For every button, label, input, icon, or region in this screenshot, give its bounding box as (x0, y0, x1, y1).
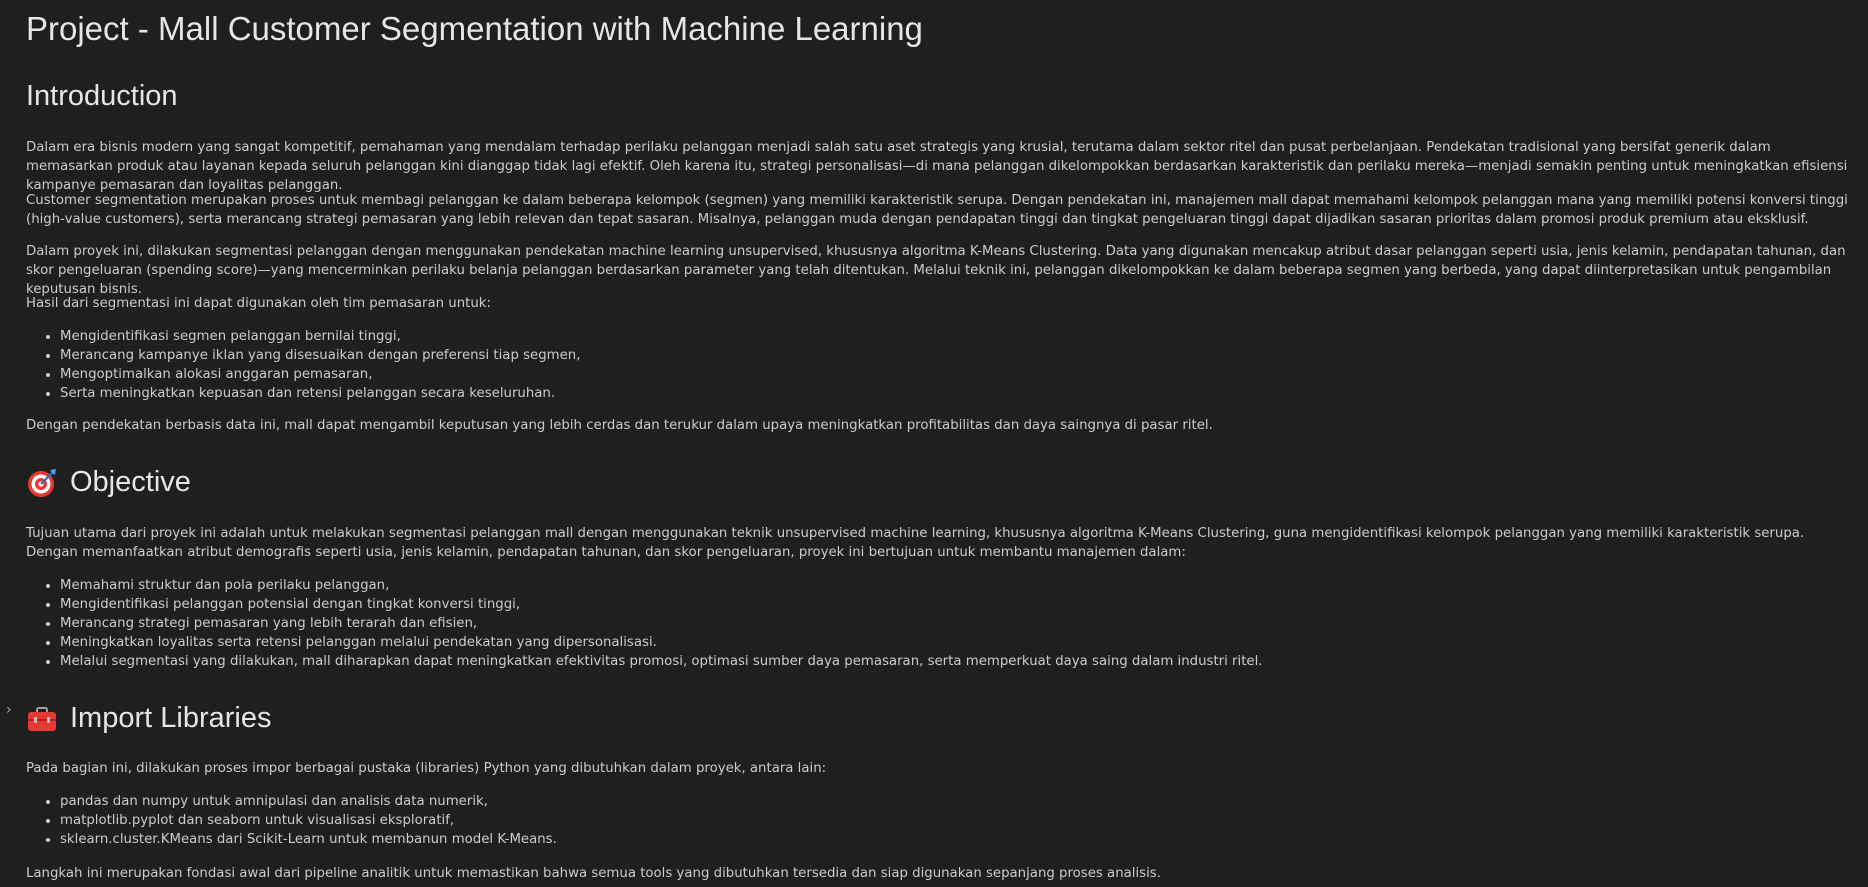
import-libraries-list: pandas dan numpy untuk amnipulasi dan an… (26, 792, 557, 849)
list-item: Memahami struktur dan pola perilaku pela… (60, 576, 1263, 595)
list-item: Merancang kampanye iklan yang disesuaika… (60, 346, 580, 365)
introduction-paragraph-1: Dalam era bisnis modern yang sangat komp… (26, 140, 1848, 193)
list-item: Serta meningkatkan kepuasan dan retensi … (60, 384, 580, 403)
import-libraries-paragraph-2: Langkah ini merupakan fondasi awal dari … (26, 866, 1161, 881)
toolbox-icon (26, 703, 58, 735)
list-item: Merancang strategi pemasaran yang lebih … (60, 614, 1263, 633)
import-libraries-paragraph-1: Pada bagian ini, dilakukan proses impor … (26, 761, 827, 776)
introduction-paragraph-3: Dalam proyek ini, dilakukan segmentasi p… (26, 244, 1846, 297)
objective-list: Memahami struktur dan pola perilaku pela… (26, 576, 1263, 671)
import-libraries-heading: Import Libraries (26, 702, 271, 735)
list-item: Mengidentifikasi pelanggan potensial den… (60, 595, 1263, 614)
introduction-heading-text: Introduction (26, 80, 178, 112)
collapse-chevron-icon[interactable]: › (6, 702, 12, 718)
list-item: Meningkatkan loyalitas serta retensi pel… (60, 633, 1263, 652)
objective-heading: Objective (26, 466, 191, 499)
introduction-list: Mengidentifikasi segmen pelanggan bernil… (26, 327, 580, 403)
objective-paragraph-1: Tujuan utama dari proyek ini adalah untu… (26, 526, 1805, 560)
introduction-paragraph-5: Dengan pendekatan berbasis data ini, mal… (26, 418, 1213, 433)
list-item: Mengoptimalkan alokasi anggaran pemasara… (60, 365, 580, 384)
introduction-heading: Introduction (26, 80, 178, 113)
import-libraries-heading-text: Import Libraries (70, 702, 272, 734)
page-title: Project - Mall Customer Segmentation wit… (26, 10, 923, 47)
list-item: Mengidentifikasi segmen pelanggan bernil… (60, 327, 580, 346)
list-item: pandas dan numpy untuk amnipulasi dan an… (60, 792, 557, 811)
introduction-paragraph-4: Hasil dari segmentasi ini dapat digunaka… (26, 296, 491, 311)
list-item: matplotlib.pyplot dan seaborn untuk visu… (60, 811, 557, 830)
objective-heading-text: Objective (70, 466, 191, 498)
list-item: sklearn.cluster.KMeans dari Scikit-Learn… (60, 830, 557, 849)
target-icon (26, 467, 58, 499)
introduction-paragraph-2: Customer segmentation merupakan proses u… (26, 193, 1848, 227)
list-item: Melalui segmentasi yang dilakukan, mall … (60, 652, 1263, 671)
